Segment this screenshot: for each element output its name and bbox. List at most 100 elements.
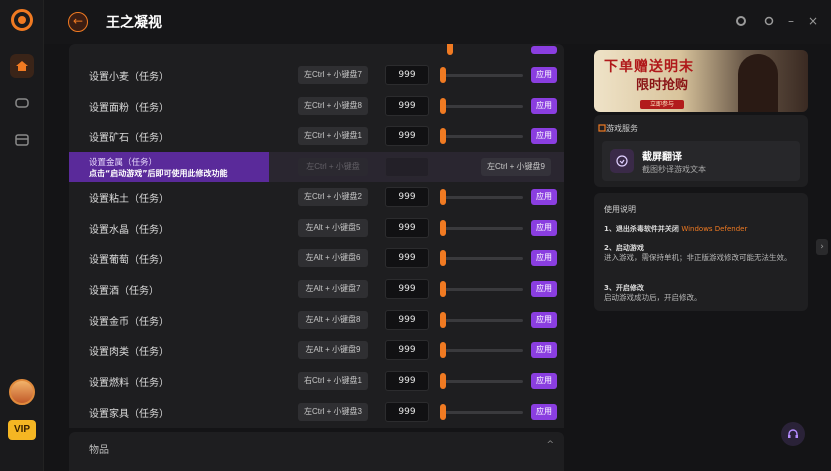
chevron-right-icon[interactable]: › <box>816 239 828 255</box>
step-2-desc: 进入游戏，需保持单机；非正版游戏修改可能无法生效。 <box>604 253 792 262</box>
table-row: 设置家具（任务） 左Ctrl + 小键盘3 999 应用 <box>69 397 564 427</box>
step-3-title: 3、开启修改 <box>604 284 644 292</box>
table-row: 设置水晶（任务） 左Alt + 小键盘5 999 应用 <box>69 213 564 243</box>
value-input[interactable]: 999 <box>385 310 429 330</box>
value-input-disabled <box>385 157 429 177</box>
locked-row: 设置金属（任务） 点击“启动游戏”后即可使用此修改功能 左Ctrl + 小键盘 … <box>69 152 564 182</box>
apply-button[interactable]: 应用 <box>531 98 557 114</box>
table-row: 设置葡萄（任务） 左Alt + 小键盘6 999 应用 <box>69 243 564 273</box>
slider-track[interactable] <box>441 319 523 322</box>
home-icon[interactable] <box>10 54 34 78</box>
hotkey-button[interactable]: 左Ctrl + 小键盘7 <box>298 66 368 84</box>
slider-track[interactable] <box>441 196 523 199</box>
slider-thumb[interactable] <box>440 312 446 328</box>
slider-thumb[interactable] <box>440 373 446 389</box>
screenshot-translate-card[interactable]: 截屏翻译 截图秒译游戏文本 <box>602 141 800 181</box>
apply-button[interactable]: 应用 <box>531 373 557 389</box>
gamepad-icon[interactable] <box>10 90 34 114</box>
hotkey-button[interactable]: 左Alt + 小键盘9 <box>298 341 368 359</box>
value-input[interactable]: 999 <box>385 279 429 299</box>
back-arrow-icon[interactable]: ← <box>68 12 88 32</box>
page-title: 王之凝视 <box>106 15 162 31</box>
slider-thumb[interactable] <box>440 128 446 144</box>
hotkey-button[interactable]: 左Ctrl + 小键盘1 <box>298 127 368 145</box>
value-input[interactable]: 999 <box>385 65 429 85</box>
apply-button[interactable]: 应用 <box>531 250 557 266</box>
value-input[interactable]: 999 <box>385 402 429 422</box>
apply-button[interactable]: 应用 <box>531 189 557 205</box>
slider-track[interactable] <box>441 288 523 291</box>
slider-track[interactable] <box>441 380 523 383</box>
table-row: 设置粘土（任务） 左Ctrl + 小键盘2 999 应用 <box>69 182 564 212</box>
settings-icon[interactable] <box>762 14 776 28</box>
slider-thumb[interactable] <box>440 67 446 83</box>
table-row: 设置燃料（任务） 右Ctrl + 小键盘1 999 应用 <box>69 366 564 396</box>
hotkey-button[interactable]: 左Ctrl + 小键盘8 <box>298 97 368 115</box>
hotkey-button[interactable]: 左Alt + 小键盘7 <box>298 280 368 298</box>
slider-thumb[interactable] <box>440 281 446 297</box>
apply-button[interactable]: 应用 <box>531 67 557 83</box>
table-row: 设置酒（任务） 左Alt + 小键盘7 999 应用 <box>69 274 564 304</box>
vip-badge[interactable]: VIP <box>8 420 36 440</box>
slider-track[interactable] <box>441 349 523 352</box>
promo-banner[interactable]: 下单赠送明末 限时抢购 立即参与 <box>594 50 808 112</box>
hotkey-faded: 左Ctrl + 小键盘 <box>298 158 368 176</box>
slider-track[interactable] <box>441 105 523 108</box>
slider-thumb[interactable] <box>440 189 446 205</box>
slider-thumb[interactable] <box>440 342 446 358</box>
slider-thumb[interactable] <box>440 220 446 236</box>
table-row: 设置肉类（任务） 左Alt + 小键盘9 999 应用 <box>69 335 564 365</box>
hotkey-button[interactable]: 右Ctrl + 小键盘1 <box>298 372 368 390</box>
slider-track[interactable] <box>441 257 523 260</box>
value-input[interactable]: 999 <box>385 96 429 116</box>
slider-track[interactable] <box>441 411 523 414</box>
slider-track[interactable] <box>441 227 523 230</box>
value-input[interactable]: 999 <box>385 218 429 238</box>
hotkey-button[interactable]: 左Ctrl + 小键盘3 <box>298 403 368 421</box>
headset-icon[interactable] <box>781 422 805 446</box>
locked-notice: 点击“启动游戏”后即可使用此修改功能 <box>89 169 228 178</box>
box-icon[interactable] <box>10 128 34 152</box>
slider-thumb[interactable] <box>440 250 446 266</box>
value-input[interactable]: 999 <box>385 371 429 391</box>
value-input[interactable]: 999 <box>385 126 429 146</box>
apply-button[interactable]: 应用 <box>531 220 557 236</box>
avatar[interactable] <box>9 379 35 405</box>
hotkey-button[interactable]: 左Ctrl + 小键盘2 <box>298 188 368 206</box>
minimize-icon[interactable]: – <box>784 14 798 28</box>
apply-button[interactable]: 应用 <box>531 312 557 328</box>
game-service-panel: 游戏服务 截屏翻译 截图秒译游戏文本 <box>594 115 808 187</box>
slider-thumb[interactable] <box>440 98 446 114</box>
step-3-desc: 启动游戏成功后，开启修改。 <box>604 293 702 302</box>
hotkey-button[interactable]: 左Ctrl + 小键盘9 <box>481 158 551 176</box>
apply-button[interactable]: 应用 <box>531 342 557 358</box>
slider-thumb[interactable] <box>447 44 453 55</box>
hotkey-button[interactable]: 左Alt + 小键盘5 <box>298 219 368 237</box>
step-2-title: 2、启动游戏 <box>604 244 644 252</box>
apply-button[interactable] <box>531 46 557 54</box>
title-bar: ← 王之凝视 – × <box>44 0 831 44</box>
apply-button[interactable]: 应用 <box>531 128 557 144</box>
row-label: 设置燃料（任务） <box>89 378 169 389</box>
slider-track[interactable] <box>441 135 523 138</box>
row-label: 设置家具（任务） <box>89 409 169 420</box>
slider-thumb[interactable] <box>440 404 446 420</box>
apply-button[interactable]: 应用 <box>531 281 557 297</box>
row-label: 设置金属（任务） <box>89 158 158 168</box>
row-label: 设置小麦（任务） <box>89 72 169 83</box>
close-icon[interactable]: × <box>806 14 820 28</box>
banner-button[interactable]: 立即参与 <box>640 100 684 109</box>
circle-icon[interactable] <box>734 14 748 28</box>
usage-instructions: 使用说明 1、退出杀毒软件并关闭 Windows Defender 2、启动游戏… <box>594 193 808 311</box>
items-section-header[interactable]: 物品 ^ <box>69 432 564 471</box>
value-input[interactable]: 999 <box>385 187 429 207</box>
hotkey-button[interactable]: 左Alt + 小键盘6 <box>298 249 368 267</box>
row-label: 设置水晶（任务） <box>89 225 169 236</box>
value-input[interactable]: 999 <box>385 248 429 268</box>
hotkey-button[interactable]: 左Alt + 小键盘8 <box>298 311 368 329</box>
slider-track[interactable] <box>441 74 523 77</box>
apply-button[interactable]: 应用 <box>531 404 557 420</box>
value-input[interactable]: 999 <box>385 340 429 360</box>
row-label: 设置酒（任务） <box>89 286 159 297</box>
cube-icon <box>598 124 606 132</box>
